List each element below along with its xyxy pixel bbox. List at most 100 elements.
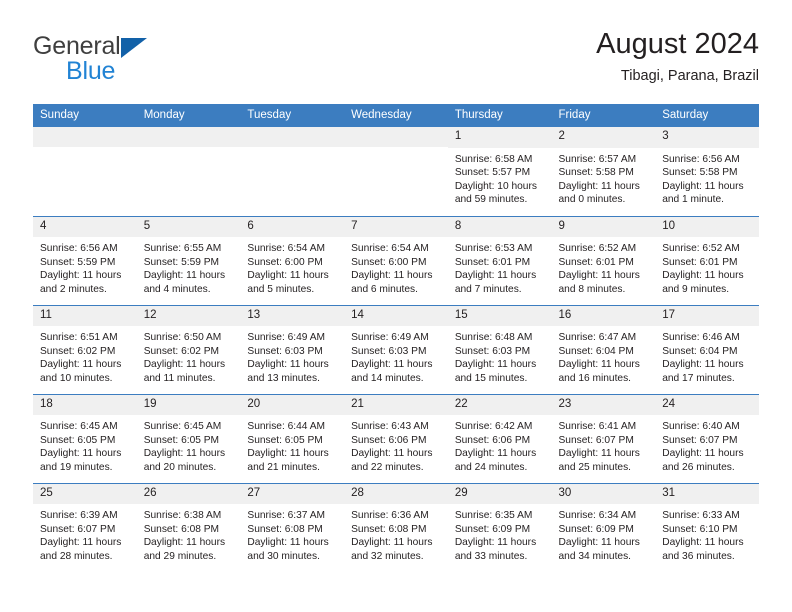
daylight-text: Daylight: 11 hours and 36 minutes. — [662, 537, 744, 562]
calendar-day-cell[interactable]: 9 Sunrise: 6:52 AM Sunset: 6:01 PM Daylight… — [551, 215, 656, 305]
page-subtitle: Tibagi, Parana, Brazil — [620, 68, 759, 85]
daylight-text: Daylight: 11 hours and 32 minutes. — [351, 537, 433, 562]
day-details: Sunrise: 6:52 AM Sunset: 6:01 PM Daylight:… — [655, 237, 759, 296]
calendar-day-cell[interactable]: 21 Sunrise: 6:43 AM Sunset: 6:06 PM Dayligh… — [344, 393, 448, 483]
calendar-week-row: 4 Sunrise: 6:56 AM Sunset: 5:59 PM Daylight… — [33, 215, 759, 305]
calendar-header-row: Sunday Monday Tuesday Wednesday Thursday… — [33, 104, 759, 127]
day-number: 18 — [33, 394, 137, 415]
day-details: Sunrise: 6:54 AM Sunset: 6:00 PM Daylight:… — [240, 237, 344, 296]
sunset-text: Sunset: 5:58 PM — [662, 167, 738, 179]
sunset-text: Sunset: 6:06 PM — [351, 434, 427, 446]
daylight-text: Daylight: 11 hours and 9 minutes. — [662, 270, 744, 295]
day-number: 30 — [551, 483, 656, 504]
page-header: General Blue August 2024 Tibagi, Parana,… — [33, 28, 759, 98]
calendar-day-cell[interactable]: 3 Sunrise: 6:56 AM Sunset: 5:58 PM Daylight… — [655, 127, 759, 216]
page-title: August 2024 — [596, 28, 759, 60]
calendar-day-cell[interactable]: 22 Sunrise: 6:42 AM Sunset: 6:06 PM Dayligh… — [447, 393, 552, 483]
daylight-text: Daylight: 11 hours and 1 minute. — [662, 180, 744, 206]
day-details: Sunrise: 6:46 AM Sunset: 6:04 PM Daylight:… — [655, 326, 759, 385]
calendar-day-cell[interactable]: 23 Sunrise: 6:41 AM Sunset: 6:07 PM Dayligh… — [551, 393, 656, 483]
daylight-text: Daylight: 11 hours and 7 minutes. — [454, 270, 537, 295]
calendar-day-cell[interactable]: 6 Sunrise: 6:54 AM Sunset: 6:00 PM Daylight… — [240, 215, 345, 305]
weekday-header-friday: Friday — [551, 104, 656, 127]
generalblue-logo[interactable]: General Blue — [33, 34, 263, 90]
sunset-text: Sunset: 5:59 PM — [143, 256, 220, 268]
daylight-text: Daylight: 11 hours and 16 minutes. — [558, 359, 640, 384]
sunrise-text: Sunrise: 6:39 AM — [40, 510, 118, 521]
sunrise-text: Sunrise: 6:54 AM — [247, 243, 325, 254]
sunrise-text: Sunrise: 6:35 AM — [454, 510, 533, 521]
day-details: Sunrise: 6:34 AM Sunset: 6:09 PM Daylight:… — [552, 504, 656, 563]
calendar-day-cell[interactable]: 18 Sunrise: 6:45 AM Sunset: 6:05 PM Dayligh… — [33, 393, 137, 483]
day-number: 21 — [344, 394, 448, 415]
calendar-day-cell[interactable]: 25 Sunrise: 6:39 AM Sunset: 6:07 PM Dayligh… — [33, 482, 137, 572]
sunrise-text: Sunrise: 6:38 AM — [143, 510, 222, 521]
sunset-text: Sunset: 6:02 PM — [143, 345, 220, 357]
calendar-cell-empty — [344, 127, 448, 216]
day-number: 12 — [136, 305, 241, 326]
logo-triangle-icon — [120, 38, 147, 58]
calendar-day-cell[interactable]: 27 Sunrise: 6:37 AM Sunset: 6:08 PM Dayligh… — [240, 482, 345, 572]
daylight-text: Daylight: 11 hours and 25 minutes. — [558, 448, 640, 473]
day-details: Sunrise: 6:38 AM Sunset: 6:08 PM Daylight:… — [137, 504, 241, 563]
daylight-text: Daylight: 11 hours and 24 minutes. — [454, 448, 537, 473]
sunset-text: Sunset: 6:07 PM — [40, 523, 116, 535]
calendar-cell-empty — [33, 127, 137, 216]
day-details: Sunrise: 6:51 AM Sunset: 6:02 PM Daylight:… — [33, 326, 137, 385]
calendar-day-cell[interactable]: 13 Sunrise: 6:49 AM Sunset: 6:03 PM Dayligh… — [240, 304, 345, 394]
calendar-day-cell[interactable]: 17 Sunrise: 6:46 AM Sunset: 6:04 PM Dayligh… — [655, 304, 759, 394]
day-details: Sunrise: 6:52 AM Sunset: 6:01 PM Daylight:… — [552, 237, 656, 296]
sunset-text: Sunset: 6:03 PM — [454, 345, 531, 357]
logo-text-general: General — [33, 32, 121, 60]
sunrise-text: Sunrise: 6:37 AM — [247, 510, 325, 521]
sunset-text: Sunset: 5:59 PM — [40, 256, 116, 268]
calendar-cell-empty — [240, 127, 345, 216]
sunrise-text: Sunrise: 6:52 AM — [662, 243, 740, 254]
calendar-day-cell[interactable]: 31 Sunrise: 6:33 AM Sunset: 6:10 PM Dayligh… — [655, 482, 759, 572]
sunrise-text: Sunrise: 6:52 AM — [558, 243, 637, 254]
calendar-day-cell[interactable]: 12 Sunrise: 6:50 AM Sunset: 6:02 PM Dayligh… — [136, 304, 241, 394]
sunrise-text: Sunrise: 6:36 AM — [351, 510, 429, 521]
calendar-day-cell[interactable]: 14 Sunrise: 6:49 AM Sunset: 6:03 PM Dayligh… — [344, 304, 448, 394]
calendar-day-cell[interactable]: 15 Sunrise: 6:48 AM Sunset: 6:03 PM Dayligh… — [447, 304, 552, 394]
calendar-day-cell[interactable]: 1 Sunrise: 6:58 AM Sunset: 5:57 PM Daylight… — [447, 127, 552, 216]
day-number: 15 — [447, 305, 552, 326]
calendar-day-cell[interactable]: 10 Sunrise: 6:52 AM Sunset: 6:01 PM Dayligh… — [655, 215, 759, 305]
calendar-day-cell[interactable]: 8 Sunrise: 6:53 AM Sunset: 6:01 PM Daylight… — [447, 215, 552, 305]
day-details: Sunrise: 6:54 AM Sunset: 6:00 PM Daylight:… — [344, 237, 448, 296]
sunrise-text: Sunrise: 6:48 AM — [454, 332, 533, 343]
day-details: Sunrise: 6:41 AM Sunset: 6:07 PM Daylight:… — [552, 415, 656, 474]
calendar-day-cell[interactable]: 26 Sunrise: 6:38 AM Sunset: 6:08 PM Dayligh… — [136, 482, 241, 572]
day-details: Sunrise: 6:37 AM Sunset: 6:08 PM Daylight:… — [240, 504, 344, 563]
daylight-text: Daylight: 11 hours and 33 minutes. — [454, 537, 537, 562]
calendar-day-cell[interactable]: 19 Sunrise: 6:45 AM Sunset: 6:05 PM Dayligh… — [136, 393, 241, 483]
day-details: Sunrise: 6:45 AM Sunset: 6:05 PM Daylight:… — [33, 415, 137, 474]
logo-text-blue: Blue — [66, 57, 116, 85]
calendar-day-cell[interactable]: 20 Sunrise: 6:44 AM Sunset: 6:05 PM Dayligh… — [240, 393, 345, 483]
calendar-day-cell[interactable]: 11 Sunrise: 6:51 AM Sunset: 6:02 PM Dayligh… — [33, 304, 137, 394]
calendar-day-cell[interactable]: 30 Sunrise: 6:34 AM Sunset: 6:09 PM Dayligh… — [551, 482, 656, 572]
calendar-day-cell[interactable]: 29 Sunrise: 6:35 AM Sunset: 6:09 PM Dayligh… — [447, 482, 552, 572]
day-number: 23 — [551, 394, 656, 415]
calendar-week-row: 18 Sunrise: 6:45 AM Sunset: 6:05 PM Dayligh… — [33, 393, 759, 483]
calendar-day-cell[interactable]: 7 Sunrise: 6:54 AM Sunset: 6:00 PM Daylight… — [344, 215, 448, 305]
calendar-day-cell[interactable]: 24 Sunrise: 6:40 AM Sunset: 6:07 PM Dayligh… — [655, 393, 759, 483]
day-number: 27 — [240, 483, 345, 504]
calendar-day-cell[interactable]: 16 Sunrise: 6:47 AM Sunset: 6:04 PM Dayligh… — [551, 304, 656, 394]
day-details: Sunrise: 6:56 AM Sunset: 5:58 PM Daylight:… — [655, 148, 759, 207]
calendar-day-cell[interactable]: 4 Sunrise: 6:56 AM Sunset: 5:59 PM Daylight… — [33, 215, 137, 305]
sunrise-text: Sunrise: 6:50 AM — [143, 332, 222, 343]
sunrise-text: Sunrise: 6:40 AM — [662, 421, 740, 432]
day-number: 3 — [655, 127, 759, 148]
day-number: 20 — [240, 394, 345, 415]
calendar-day-cell[interactable]: 28 Sunrise: 6:36 AM Sunset: 6:08 PM Dayligh… — [344, 482, 448, 572]
calendar-day-cell[interactable]: 5 Sunrise: 6:55 AM Sunset: 5:59 PM Daylight… — [136, 215, 241, 305]
calendar-day-cell[interactable]: 2 Sunrise: 6:57 AM Sunset: 5:58 PM Daylight… — [551, 127, 656, 216]
sunset-text: Sunset: 6:00 PM — [351, 256, 427, 268]
sunset-text: Sunset: 6:00 PM — [247, 256, 323, 268]
daylight-text: Daylight: 11 hours and 30 minutes. — [247, 537, 329, 562]
weekday-header-thursday: Thursday — [447, 104, 552, 127]
sunrise-text: Sunrise: 6:55 AM — [143, 243, 222, 254]
sunset-text: Sunset: 6:08 PM — [247, 523, 323, 535]
sunset-text: Sunset: 5:57 PM — [454, 167, 531, 179]
